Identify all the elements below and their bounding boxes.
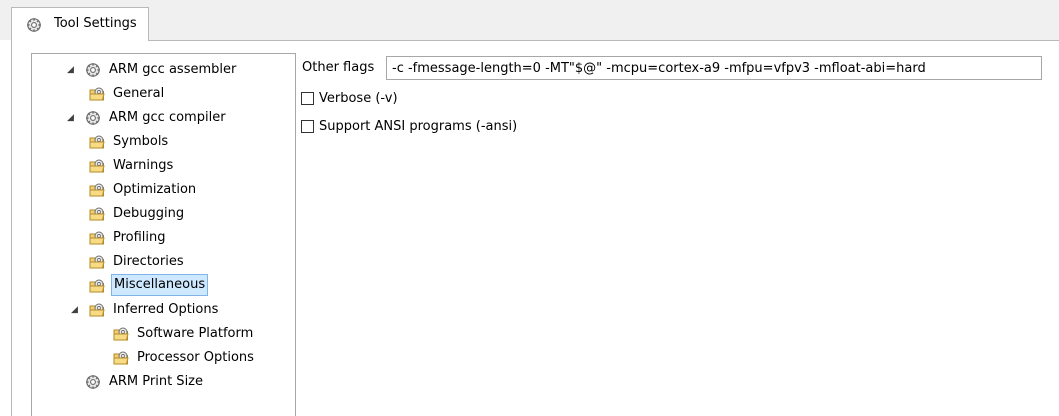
- gear-icon: [85, 62, 101, 78]
- tree-item-label: General: [113, 86, 165, 101]
- expand-arrow-icon[interactable]: ◢: [71, 299, 81, 321]
- folder-gear-icon: [89, 279, 105, 293]
- folder-gear-icon: [89, 303, 105, 317]
- tree-item-label: Optimization: [113, 182, 197, 197]
- expand-arrow-icon[interactable]: ◢: [67, 59, 77, 81]
- folder-gear-icon: [89, 231, 105, 245]
- tree-item-label: Symbols: [113, 134, 169, 149]
- expand-arrow-icon[interactable]: ◢: [67, 107, 77, 129]
- tree-item-label: Software Platform: [137, 326, 254, 341]
- tree-item-label: Profiling: [113, 230, 166, 245]
- tab-tool-settings[interactable]: Tool Settings: [11, 7, 149, 41]
- folder-gear-icon: [113, 327, 129, 341]
- tree-item-label: Inferred Options: [113, 302, 219, 317]
- other-flags-label: Other flags: [302, 60, 375, 75]
- folder-gear-icon: [89, 207, 105, 221]
- tree-item-label: ARM Print Size: [109, 374, 203, 389]
- tree-item-label: Processor Options: [137, 350, 254, 365]
- folder-gear-icon: [89, 87, 105, 101]
- verbose-label: Verbose (-v): [319, 91, 398, 106]
- gear-icon: [26, 17, 42, 33]
- folder-gear-icon: [89, 159, 105, 173]
- frame-border: [149, 40, 1059, 41]
- verbose-checkbox[interactable]: [301, 92, 314, 105]
- tree-item-label: Warnings: [113, 158, 174, 173]
- folder-gear-icon: [89, 135, 105, 149]
- other-flags-input[interactable]: [386, 56, 1042, 80]
- folder-gear-icon: [89, 183, 105, 197]
- tab-bar: Tool Settings: [0, 0, 1059, 41]
- tree-item-label: Directories: [113, 254, 184, 269]
- tab-label: Tool Settings: [54, 16, 137, 31]
- folder-gear-icon: [89, 255, 105, 269]
- frame-border: [11, 40, 12, 416]
- gear-icon: [85, 374, 101, 390]
- tree-item-label: ARM gcc assembler: [109, 62, 237, 77]
- tree-item-label: ARM gcc compiler: [109, 110, 226, 125]
- tree-item-label: Miscellaneous: [111, 274, 209, 296]
- ansi-checkbox[interactable]: [301, 120, 314, 133]
- tree-item-label: Debugging: [113, 206, 185, 221]
- settings-tree[interactable]: ◢ ARM gcc assembler General ◢ ARM gcc co…: [31, 53, 296, 416]
- gear-icon: [85, 110, 101, 126]
- ansi-label: Support ANSI programs (-ansi): [319, 119, 518, 134]
- folder-gear-icon: [113, 351, 129, 365]
